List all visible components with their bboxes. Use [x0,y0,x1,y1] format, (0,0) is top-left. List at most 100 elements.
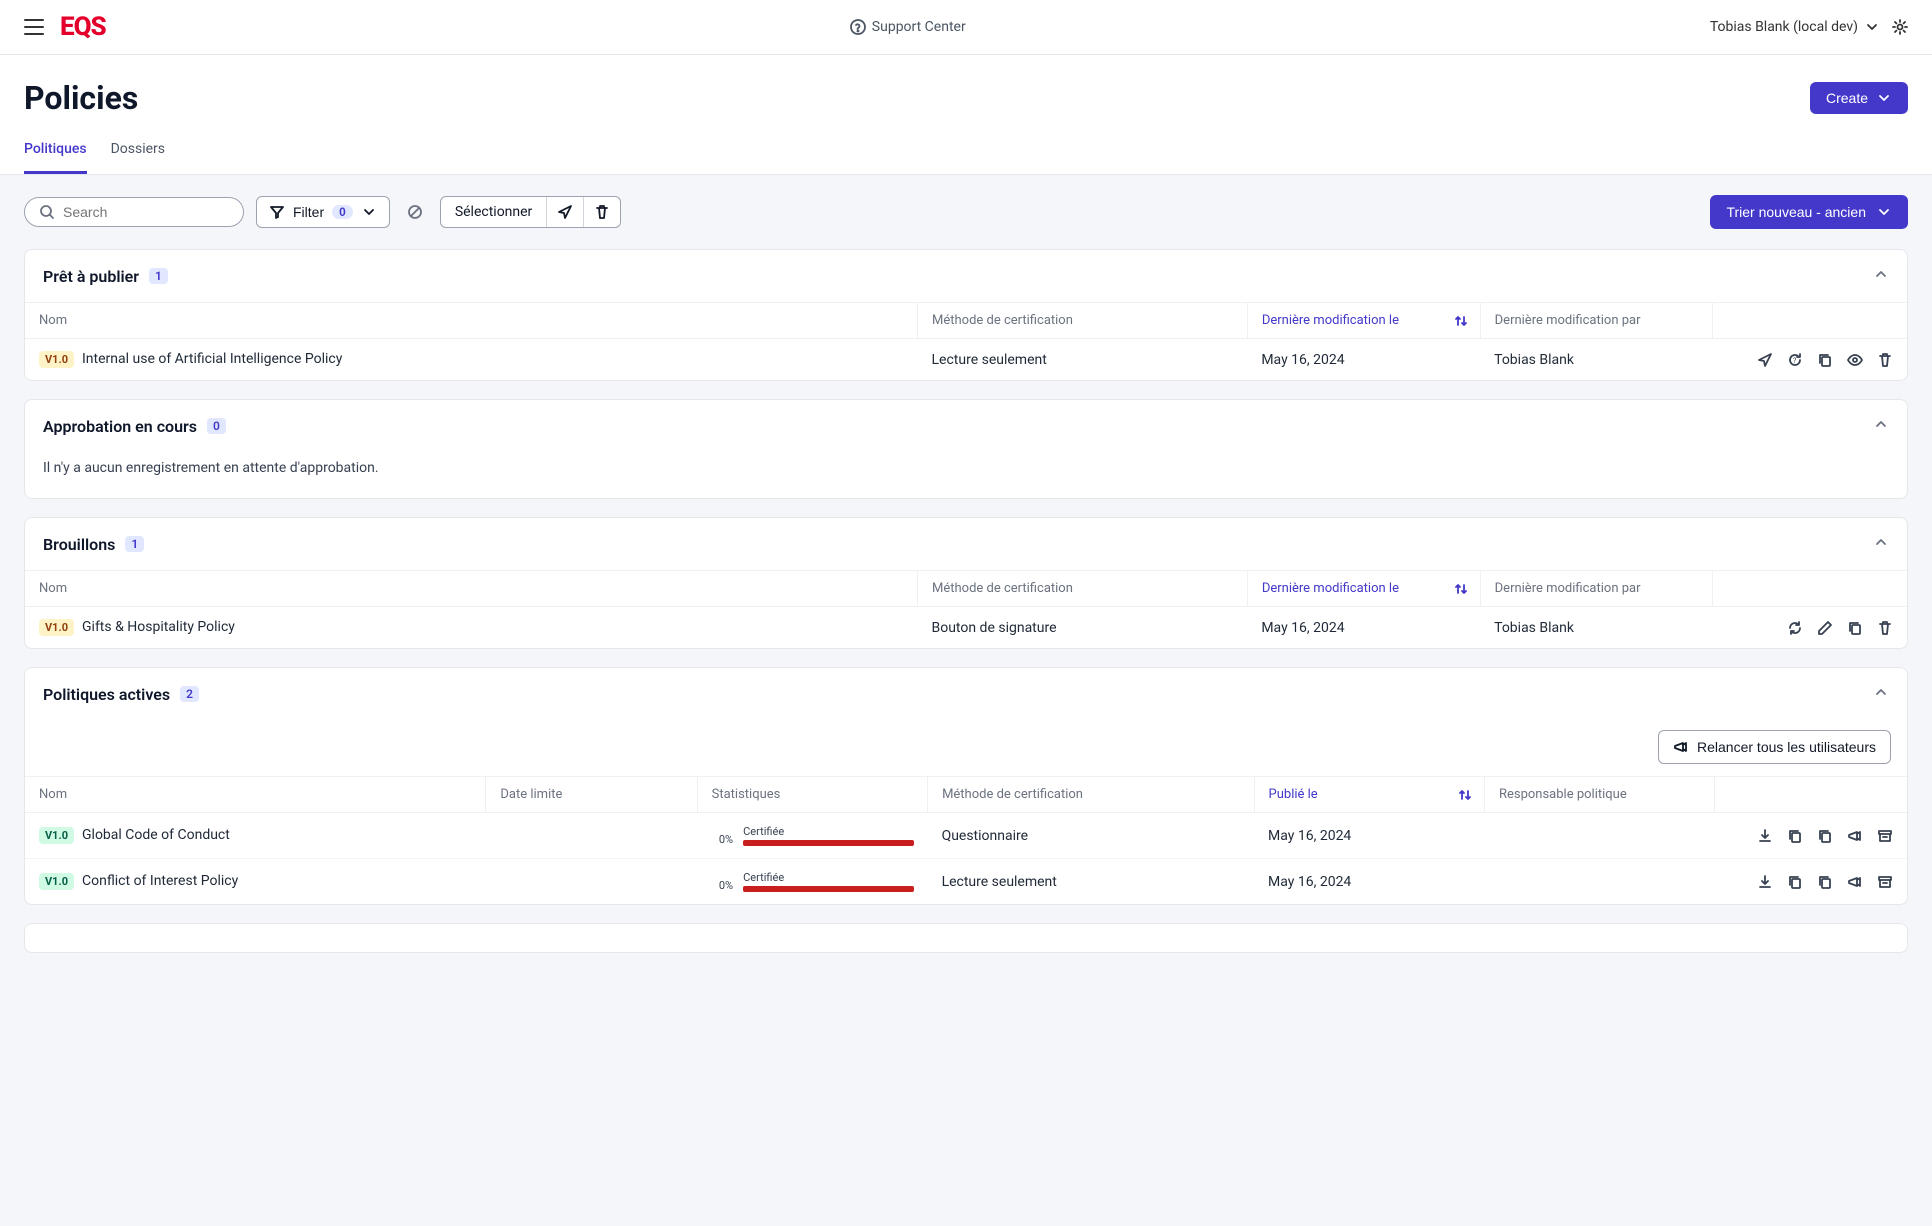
bulk-send-button[interactable] [547,197,584,227]
cell-date: May 16, 2024 [1254,813,1484,859]
remind-all-button[interactable]: Relancer tous les utilisateurs [1658,730,1891,764]
row-copy-button[interactable] [1787,828,1803,844]
cell-method: Questionnaire [928,813,1254,859]
sort-button[interactable]: Trier nouveau - ancien [1710,195,1908,229]
version-badge: V1.0 [39,351,74,368]
menu-toggle[interactable] [24,19,44,35]
col-modified-by[interactable]: Dernière modification par [1480,303,1713,339]
col-owner[interactable]: Responsable politique [1484,777,1714,813]
cell-owner [1484,859,1714,905]
row-remind-button[interactable] [1847,828,1863,844]
section-title: Brouillons [43,535,115,554]
copy-icon [1817,352,1833,368]
policy-name: Conflict of Interest Policy [82,873,238,889]
cell-method: Bouton de signature [918,607,1248,649]
col-method[interactable]: Méthode de certification [918,303,1248,339]
row-delete-button[interactable] [1877,352,1893,368]
section-title: Politiques actives [43,685,170,704]
cell-method: Lecture seulement [918,339,1248,381]
select-button-group: Sélectionner [440,196,622,228]
copy-icon [1817,828,1833,844]
cell-user: Tobias Blank [1480,339,1713,381]
row-remind-button[interactable] [1847,874,1863,890]
col-modified-on[interactable]: Dernière modification le [1247,303,1480,339]
download-icon [1757,828,1773,844]
archive-icon [1877,828,1893,844]
row-revert-button[interactable] [1787,352,1803,368]
version-badge: V1.0 [39,827,74,844]
search-input[interactable] [63,204,244,220]
stat-cell: 0% Certifiée [711,825,913,846]
col-name[interactable]: Nom [25,571,918,607]
row-archive-button[interactable] [1877,874,1893,890]
support-center-link[interactable]: Support Center [872,19,966,35]
table-row[interactable]: V1.0Internal use of Artificial Intellige… [25,339,1907,381]
trash-icon [594,204,610,220]
cell-user: Tobias Blank [1480,607,1713,649]
row-edit-button[interactable] [1817,620,1833,636]
filter-button[interactable]: Filter 0 [256,196,390,228]
refresh-icon [1787,620,1803,636]
megaphone-icon [1847,828,1863,844]
row-archive-button[interactable] [1877,828,1893,844]
table-row[interactable]: V1.0Global Code of Conduct 0% Certifiée … [25,813,1907,859]
version-badge: V1.0 [39,619,74,636]
col-published-on[interactable]: Publié le [1254,777,1484,813]
download-icon [1757,874,1773,890]
tabs: Politiques Dossiers [0,129,1932,175]
select-button[interactable]: Sélectionner [441,197,548,227]
row-download-button[interactable] [1757,874,1773,890]
col-method[interactable]: Méthode de certification [918,571,1248,607]
collapse-toggle[interactable] [1873,684,1889,704]
row-copy-button[interactable] [1847,620,1863,636]
settings-icon[interactable] [1892,19,1908,35]
sort-icon [1454,581,1470,597]
col-modified-on[interactable]: Dernière modification le [1247,571,1480,607]
col-actions [1715,777,1907,813]
col-modified-by[interactable]: Dernière modification par [1480,571,1713,607]
ban-icon [407,204,423,220]
table-row[interactable]: V1.0Gifts & Hospitality Policy Bouton de… [25,607,1907,649]
row-send-button[interactable] [1757,352,1773,368]
section-active: Politiques actives 2 Relancer tous les u… [24,667,1908,905]
chevron-down-icon [1876,90,1892,106]
collapse-toggle[interactable] [1873,416,1889,436]
row-view-button[interactable] [1847,352,1863,368]
row-delete-button[interactable] [1877,620,1893,636]
row-copy-button[interactable] [1787,874,1803,890]
copy-icon [1787,874,1803,890]
section-count: 1 [149,268,168,284]
collapse-toggle[interactable] [1873,266,1889,286]
search-icon [39,204,55,220]
create-button[interactable]: Create [1810,82,1908,114]
table-row[interactable]: V1.0Conflict of Interest Policy 0% Certi… [25,859,1907,905]
help-icon [850,19,866,35]
col-stats[interactable]: Statistiques [697,777,927,813]
row-download-button[interactable] [1757,828,1773,844]
bulk-delete-button[interactable] [584,197,620,227]
megaphone-icon [1847,874,1863,890]
stat-bar [743,840,913,846]
col-actions [1713,571,1907,607]
col-deadline[interactable]: Date limite [486,777,697,813]
copy-icon [1847,620,1863,636]
clear-filter-button[interactable] [402,199,428,225]
col-name[interactable]: Nom [25,777,486,813]
row-refresh-button[interactable] [1787,620,1803,636]
row-copy-button[interactable] [1817,352,1833,368]
section-ready: Prêt à publier 1 Nom Méthode de certific… [24,249,1908,381]
tab-folders[interactable]: Dossiers [111,129,165,174]
user-label: Tobias Blank (local dev) [1710,19,1858,35]
chevron-down-icon [361,204,377,220]
col-name[interactable]: Nom [25,303,918,339]
logo: EQS [60,12,106,42]
row-duplicate-button[interactable] [1817,874,1833,890]
user-menu[interactable]: Tobias Blank (local dev) [1710,19,1880,35]
collapse-toggle[interactable] [1873,534,1889,554]
search-box[interactable] [24,197,244,227]
col-method[interactable]: Méthode de certification [928,777,1254,813]
row-duplicate-button[interactable] [1817,828,1833,844]
tab-policies[interactable]: Politiques [24,129,87,174]
cell-deadline [486,859,697,905]
cell-date: May 16, 2024 [1254,859,1484,905]
